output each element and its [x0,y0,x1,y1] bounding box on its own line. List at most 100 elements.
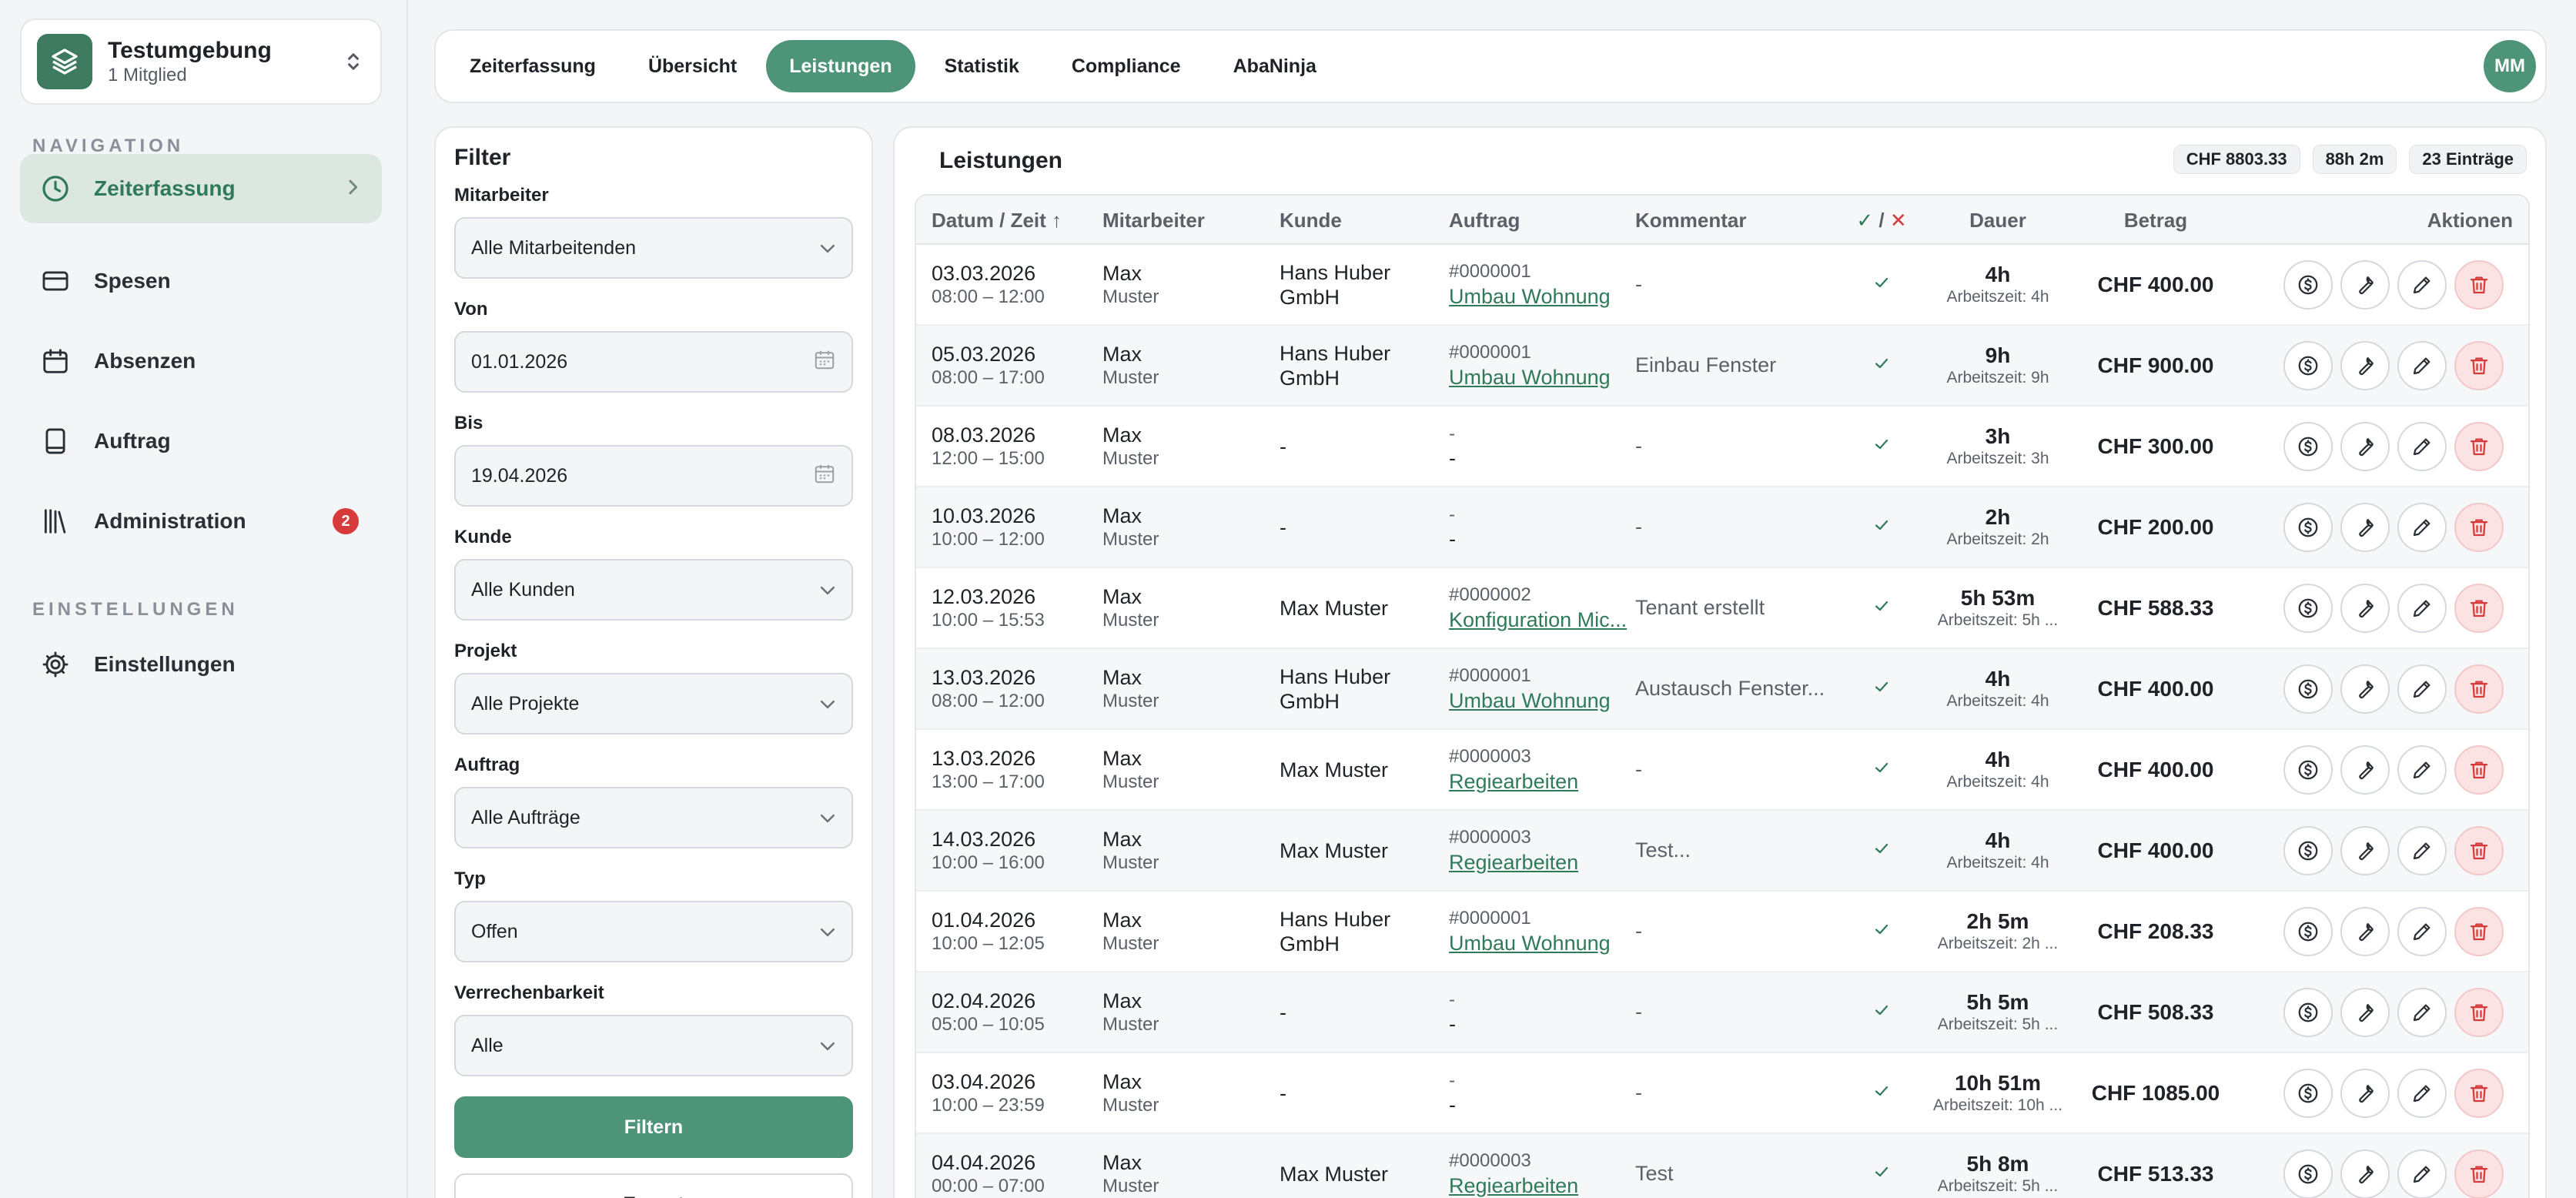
table-row[interactable]: 05.03.2026 08:00 – 17:00 Max Muster Hans Hub… [916,326,2528,407]
order-link[interactable]: Umbau Wohnung [1449,688,1631,714]
sidebar-item-einstellungen[interactable]: Einstellungen [20,630,382,699]
table-row[interactable]: 13.03.2026 13:00 – 17:00 Max Muster Max Must… [916,730,2528,811]
workspace-switcher[interactable]: Testumgebung 1 Mitglied [20,18,382,105]
tab-statistik[interactable]: Statistik [922,40,1042,92]
to-date-input[interactable]: 19.04.2026 [454,445,853,507]
sidebar-item-zeiterfassung[interactable]: Zeiterfassung [20,154,382,223]
table-row[interactable]: 13.03.2026 08:00 – 12:00 Max Muster Hans Hub… [916,649,2528,730]
edit-button[interactable] [2397,906,2447,956]
column-header-amount[interactable]: Betrag [2079,196,2233,245]
order-link[interactable]: Konfiguration Mic... [1449,607,1631,633]
sidebar-item-spesen[interactable]: Spesen [20,246,382,316]
delete-button[interactable] [2454,1068,2504,1118]
delete-button[interactable] [2454,825,2504,875]
billing-button[interactable] [2283,664,2333,714]
export-button[interactable]: Export [454,1173,853,1198]
service-button[interactable] [2340,987,2390,1037]
billing-button[interactable] [2283,340,2333,390]
service-button[interactable] [2340,906,2390,956]
service-button[interactable] [2340,1068,2390,1118]
edit-button[interactable] [2397,1068,2447,1118]
billable-select[interactable]: Alle [454,1015,853,1076]
edit-button[interactable] [2397,583,2447,633]
service-button[interactable] [2340,259,2390,310]
tab-abaninja[interactable]: AbaNinja [1210,40,1340,92]
edit-button[interactable] [2397,259,2447,310]
billing-button[interactable] [2283,421,2333,471]
column-header-duration[interactable]: Dauer [1925,196,2071,245]
table-row[interactable]: 03.04.2026 10:00 – 23:59 Max Muster - - - -10h … [916,1053,2528,1134]
delete-button[interactable] [2454,421,2504,471]
tab-leistungen[interactable]: Leistungen [766,40,915,92]
column-header-customer[interactable]: Kunde [1280,196,1342,245]
edit-button[interactable] [2397,502,2447,552]
table-row[interactable]: 10.03.2026 10:00 – 12:00 Max Muster - - - -2h Ar… [916,487,2528,568]
order-link[interactable]: Regiearbeiten [1449,1173,1631,1198]
delete-button[interactable] [2454,583,2504,633]
tab-compliance[interactable]: Compliance [1049,40,1204,92]
from-date-input[interactable]: 01.01.2026 [454,331,853,393]
billing-button[interactable] [2283,825,2333,875]
table-row[interactable]: 04.04.2026 00:00 – 07:00 Max Muster Max Must… [916,1134,2528,1198]
billing-button[interactable] [2283,1149,2333,1198]
service-button[interactable] [2340,421,2390,471]
edit-button[interactable] [2397,1149,2447,1198]
billing-button[interactable] [2283,1068,2333,1118]
column-header-date[interactable]: Datum / Zeit ↑ [932,196,1062,245]
service-button[interactable] [2340,664,2390,714]
service-button[interactable] [2340,502,2390,552]
sidebar-item-auftrag[interactable]: Auftrag [20,407,382,476]
employee-select[interactable]: Alle Mitarbeitenden [454,217,853,279]
delete-button[interactable] [2454,1149,2504,1198]
column-header-comment[interactable]: Kommentar [1635,196,1746,245]
tab-uebersicht[interactable]: Übersicht [625,40,760,92]
delete-button[interactable] [2454,502,2504,552]
order-link[interactable]: Regiearbeiten [1449,849,1631,875]
billing-button[interactable] [2283,583,2333,633]
order-link[interactable]: Umbau Wohnung [1449,283,1631,310]
delete-button[interactable] [2454,906,2504,956]
edit-button[interactable] [2397,421,2447,471]
type-select[interactable]: Offen [454,901,853,962]
delete-button[interactable] [2454,745,2504,795]
order-select[interactable]: Alle Aufträge [454,787,853,848]
service-button[interactable] [2340,583,2390,633]
service-button[interactable] [2340,1149,2390,1198]
billing-button[interactable] [2283,745,2333,795]
delete-button[interactable] [2454,259,2504,310]
order-link[interactable]: Umbau Wohnung [1449,930,1631,956]
billing-button[interactable] [2283,987,2333,1037]
table-row[interactable]: 12.03.2026 10:00 – 15:53 Max Muster Max Must… [916,568,2528,649]
billing-button[interactable] [2283,259,2333,310]
billing-button[interactable] [2283,906,2333,956]
sidebar-item-absenzen[interactable]: Absenzen [20,326,382,396]
tab-zeiterfassung[interactable]: Zeiterfassung [447,40,619,92]
customer-select[interactable]: Alle Kunden [454,559,853,621]
edit-button[interactable] [2397,340,2447,390]
avatar[interactable]: MM [2484,40,2536,92]
delete-button[interactable] [2454,340,2504,390]
project-select[interactable]: Alle Projekte [454,673,853,735]
order-link[interactable]: Regiearbeiten [1449,768,1631,795]
service-button[interactable] [2340,745,2390,795]
table-row[interactable]: 03.03.2026 08:00 – 12:00 Max Muster Hans Hub… [916,245,2528,326]
filter-button[interactable]: Filtern [454,1096,853,1158]
column-header-status[interactable]: ✓ / ✕ [1835,196,1928,245]
billing-button[interactable] [2283,502,2333,552]
edit-button[interactable] [2397,745,2447,795]
order-link[interactable]: Umbau Wohnung [1449,364,1631,390]
delete-button[interactable] [2454,664,2504,714]
table-row[interactable]: 02.04.2026 05:00 – 10:05 Max Muster - - - -5h 5… [916,972,2528,1053]
table-row[interactable]: 01.04.2026 10:00 – 12:05 Max Muster Hans Hub… [916,892,2528,972]
column-header-employee[interactable]: Mitarbeiter [1102,196,1205,245]
service-button[interactable] [2340,825,2390,875]
table-row[interactable]: 14.03.2026 10:00 – 16:00 Max Muster Max Must… [916,811,2528,892]
column-header-order[interactable]: Auftrag [1449,196,1520,245]
edit-button[interactable] [2397,825,2447,875]
table-row[interactable]: 08.03.2026 12:00 – 15:00 Max Muster - - - -3h Ar… [916,407,2528,487]
delete-button[interactable] [2454,987,2504,1037]
service-button[interactable] [2340,340,2390,390]
sidebar-item-administration[interactable]: Administration 2 [20,487,382,556]
edit-button[interactable] [2397,987,2447,1037]
edit-button[interactable] [2397,664,2447,714]
